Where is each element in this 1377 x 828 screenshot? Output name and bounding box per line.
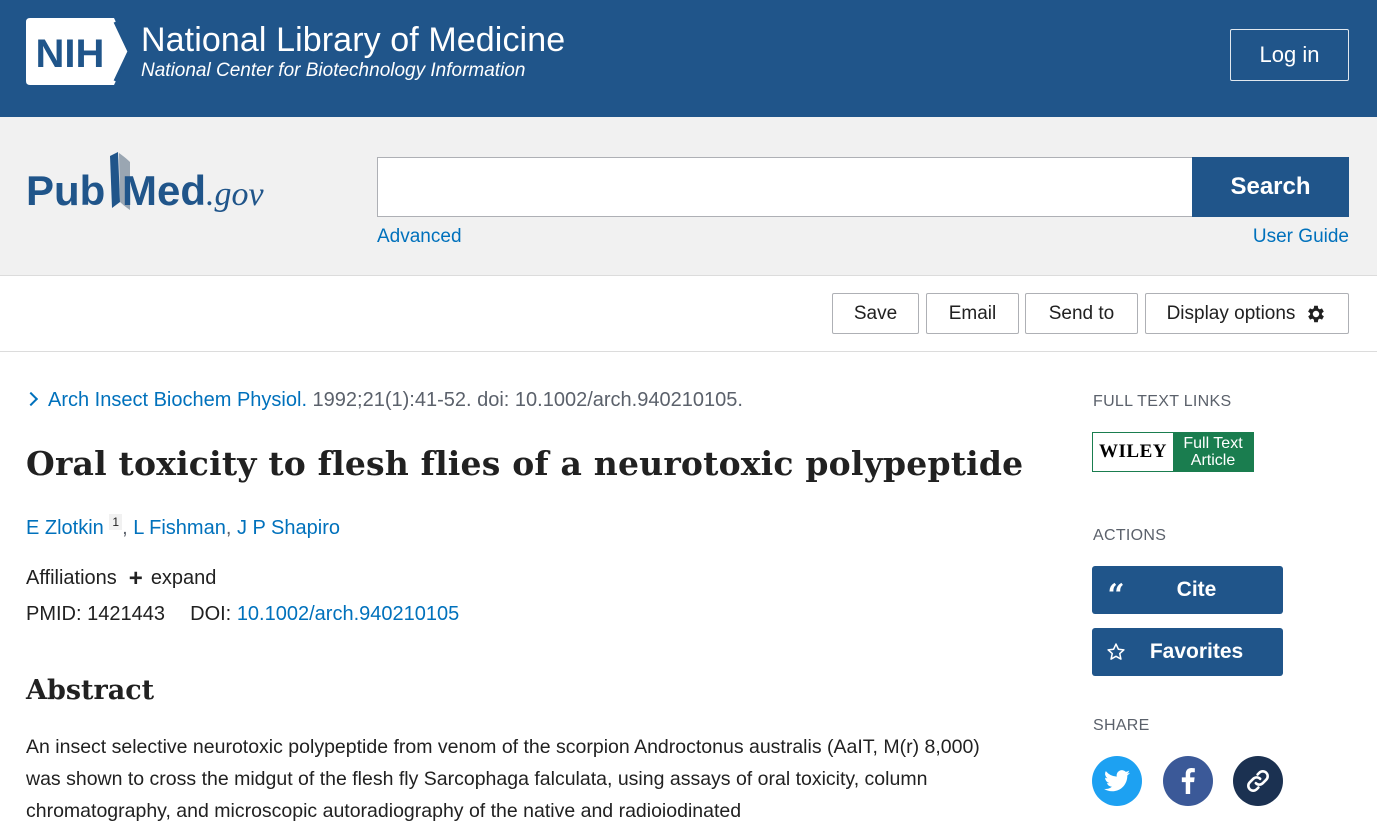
quote-icon: “ (1107, 578, 1125, 613)
twitter-icon (1104, 770, 1130, 792)
doi-link[interactable]: 10.1002/arch.940210105 (237, 603, 459, 625)
nih-title[interactable]: National Library of Medicine (141, 20, 565, 60)
login-button[interactable]: Log in (1230, 29, 1349, 81)
favorites-button[interactable]: Favorites (1092, 628, 1283, 676)
doi-label: DOI: (190, 603, 232, 625)
pubmed-logo[interactable]: Pub Med .gov (26, 152, 276, 222)
author-link[interactable]: E Zlotkin (26, 517, 104, 539)
author-link[interactable]: J P Shapiro (237, 517, 340, 539)
facebook-share-button[interactable] (1163, 756, 1213, 806)
save-button[interactable]: Save (832, 293, 919, 334)
nih-banner: NIH National Library of Medicine Nationa… (0, 0, 1377, 117)
pmid-label: PMID: (26, 603, 82, 625)
email-button[interactable]: Email (926, 293, 1019, 334)
journal-link[interactable]: Arch Insect Biochem Physiol. (48, 389, 307, 411)
wiley-logo: WILEY (1093, 433, 1173, 471)
star-icon (1092, 642, 1140, 662)
expand-affiliations-button[interactable]: + expand (128, 564, 217, 592)
pubmed-logo-gov: .gov (206, 176, 265, 213)
expand-label: expand (150, 567, 217, 589)
cite-button[interactable]: “ Cite (1092, 566, 1283, 614)
search-band: Pub Med .gov Search Advanced User Guide (0, 117, 1377, 276)
copy-link-share-button[interactable] (1233, 756, 1283, 806)
twitter-share-button[interactable] (1092, 756, 1142, 806)
nih-logo-text: NIH (36, 32, 105, 76)
gear-icon (1308, 305, 1325, 322)
share-label: SHARE (1093, 717, 1150, 734)
pubmed-logo-med: Med (122, 167, 206, 214)
identifiers: PMID: 1421443 DOI: 10.1002/arch.94021010… (26, 603, 459, 626)
journal-citation: Arch Insect Biochem Physiol. 1992;21(1):… (23, 389, 743, 412)
cite-label: Cite (1176, 578, 1217, 601)
pubmed-logo-pub: Pub (26, 167, 105, 214)
article-title: Oral toxicity to flesh flies of a neurot… (26, 444, 1024, 483)
link-icon (1247, 770, 1269, 792)
affiliation-marker[interactable]: 1 (109, 514, 123, 530)
display-options-button[interactable]: Display options (1145, 293, 1349, 334)
author-list: E Zlotkin 1, L Fishman, J P Shapiro (26, 514, 340, 539)
favorites-label: Favorites (1149, 640, 1244, 663)
actions-label: ACTIONS (1093, 527, 1167, 544)
plus-icon: + (128, 564, 143, 592)
wiley-full-text-link[interactable]: WILEY Full Text Article (1092, 432, 1254, 472)
search-input[interactable] (377, 157, 1193, 217)
full-text-links-label: FULL TEXT LINKS (1093, 393, 1232, 410)
affiliations-label: Affiliations (26, 567, 117, 589)
affiliations-row: Affiliations + expand (26, 564, 217, 592)
pmid-value: 1421443 (87, 603, 165, 625)
wiley-full-text-label: Full Text Article (1173, 433, 1253, 471)
nih-logo[interactable]: NIH (26, 18, 130, 85)
abstract-heading: Abstract (26, 675, 155, 706)
facebook-icon (1181, 768, 1195, 794)
search-button[interactable]: Search (1192, 157, 1349, 217)
advanced-search-link[interactable]: Advanced (377, 226, 462, 248)
send-to-button[interactable]: Send to (1025, 293, 1138, 334)
citation-details: 1992;21(1):41-52. doi: 10.1002/arch.9402… (307, 389, 743, 411)
author-link[interactable]: L Fishman (133, 517, 226, 539)
chevron-right-icon[interactable] (23, 391, 39, 407)
user-guide-link[interactable]: User Guide (1253, 226, 1349, 248)
abstract-text: An insect selective neurotoxic polypepti… (26, 736, 980, 822)
nih-subtitle: National Center for Biotechnology Inform… (141, 60, 526, 81)
action-toolbar: Save Email Send to Display options (0, 277, 1377, 352)
display-options-label: Display options (1166, 302, 1296, 324)
